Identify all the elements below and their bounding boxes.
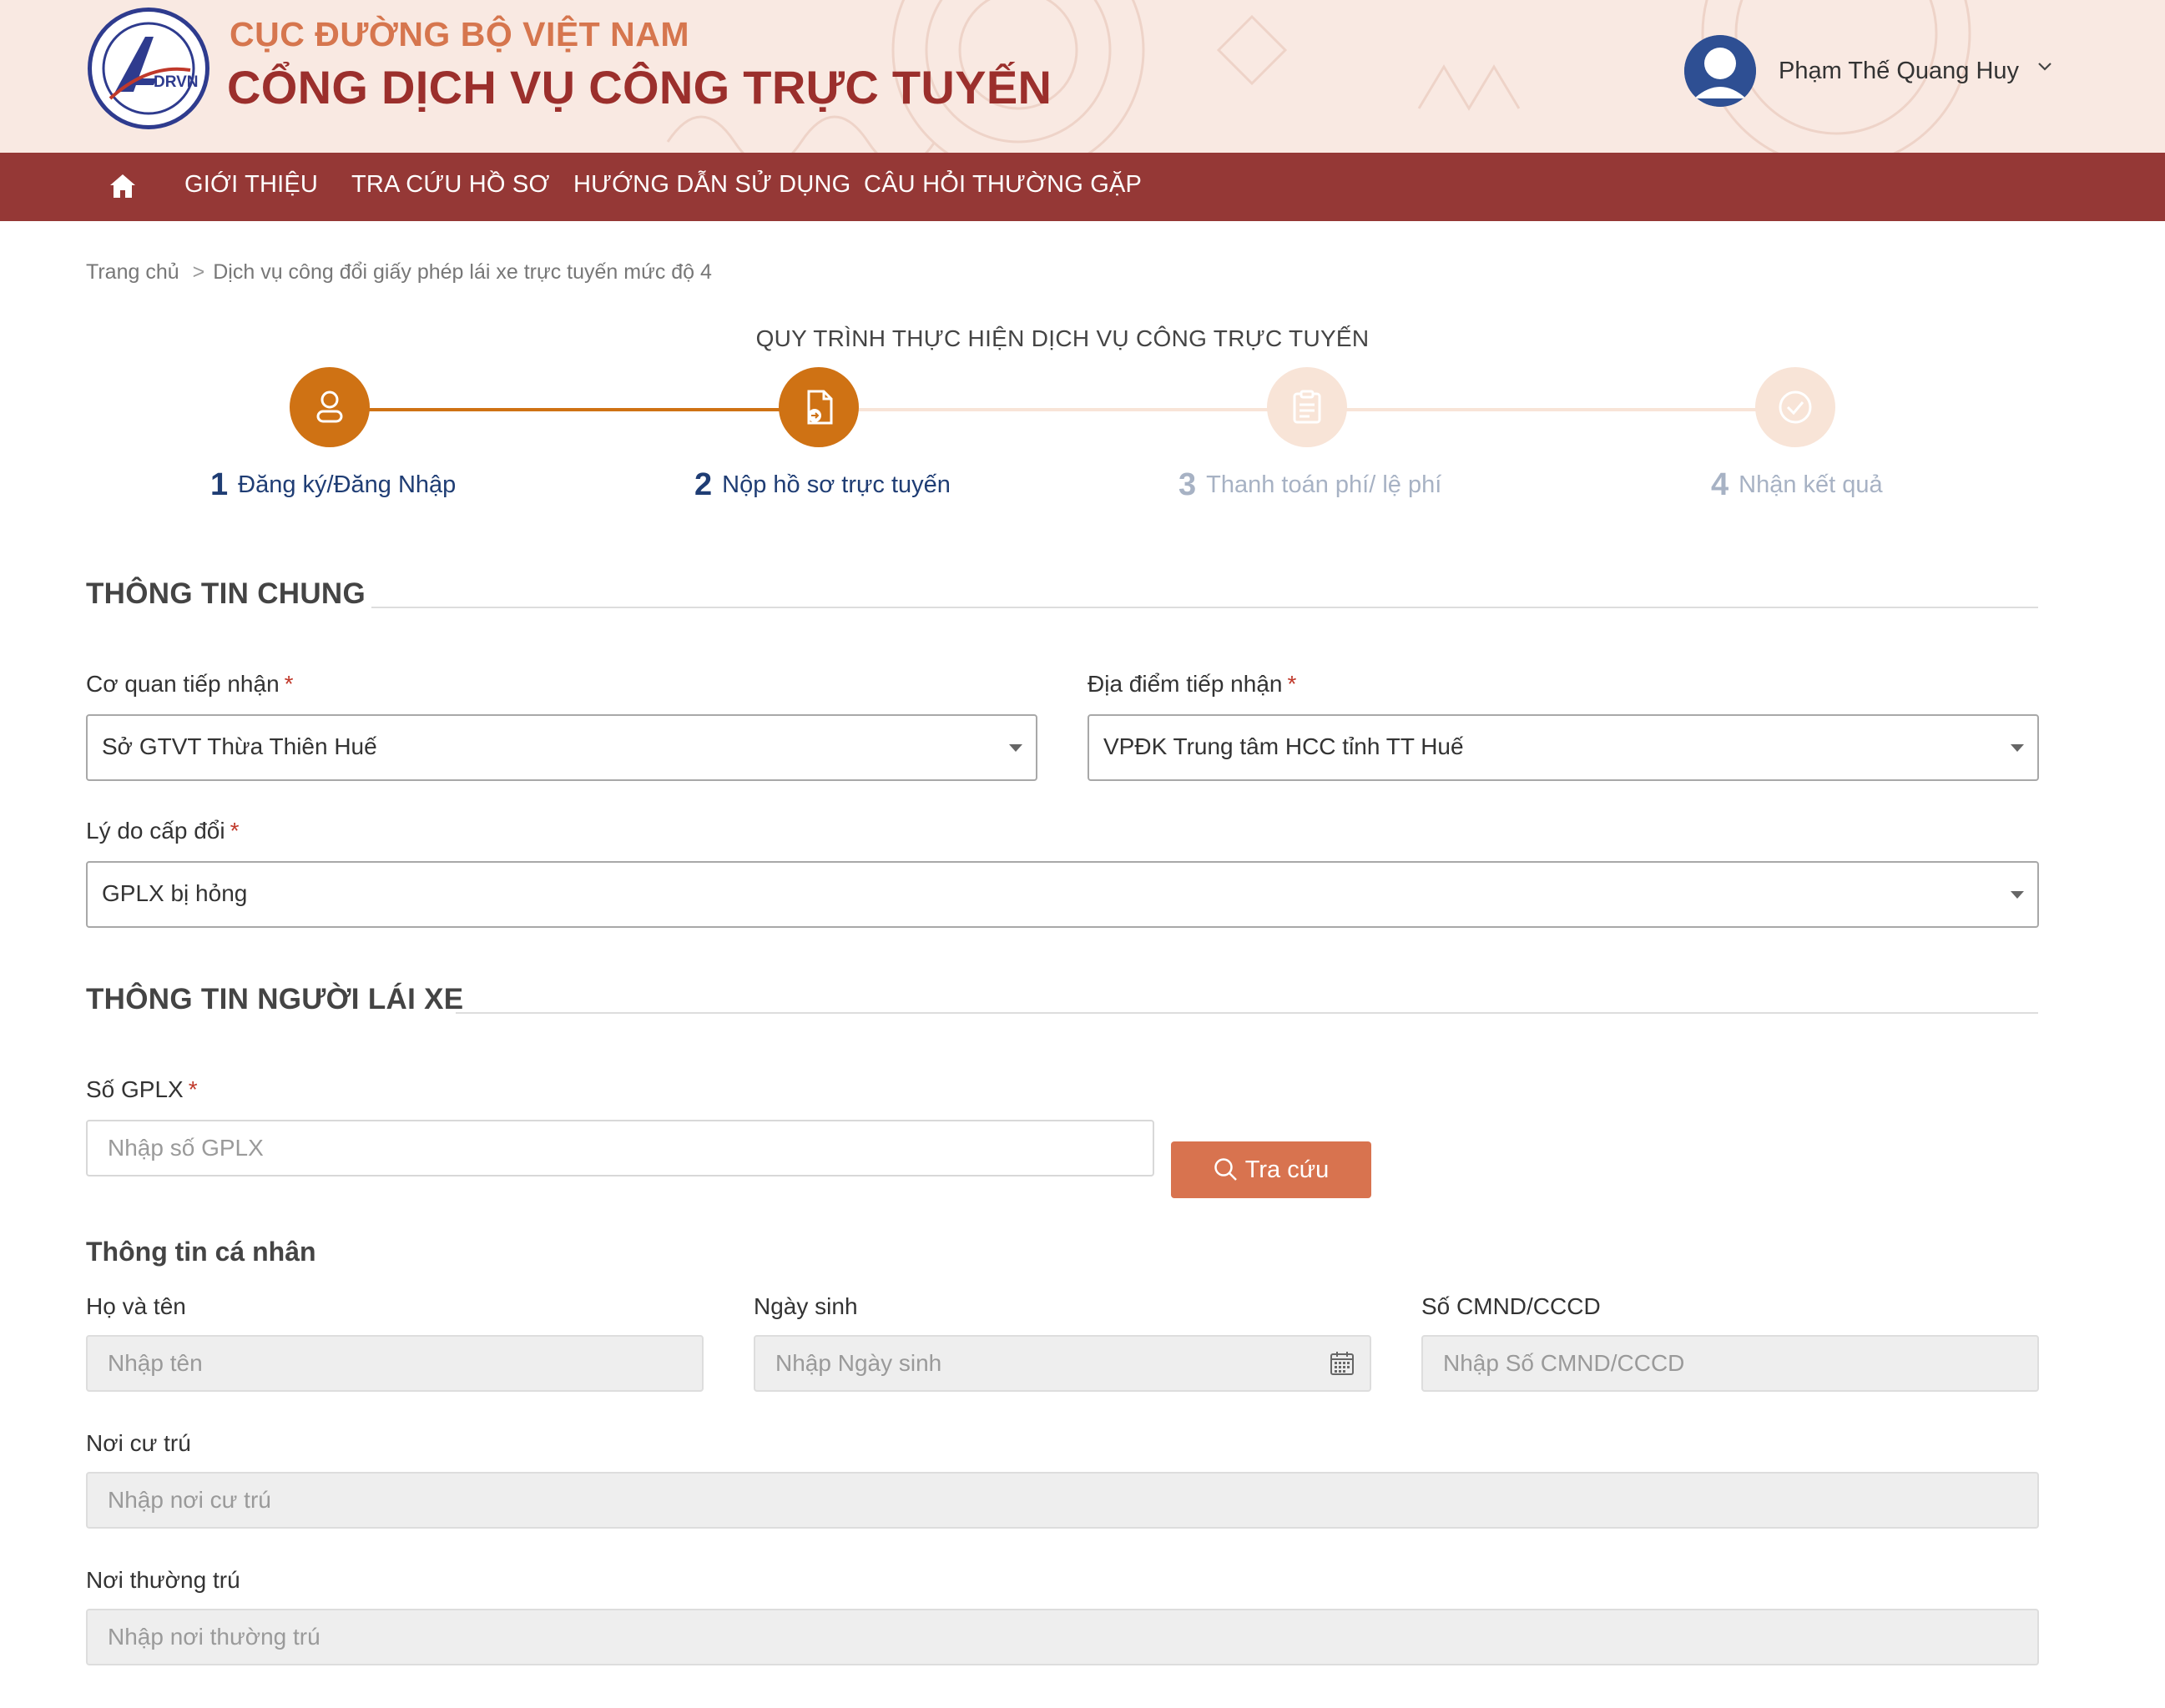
residence-input (86, 1472, 2039, 1529)
dropdown-caret-icon (1009, 744, 1022, 752)
nav-item-guide[interactable]: HƯỚNG DẪN SỬ DỤNG (573, 171, 850, 199)
license-number-input[interactable] (86, 1120, 1154, 1176)
step-connector-3 (1345, 408, 1756, 411)
general-section-title: THÔNG TIN CHUNG (86, 577, 366, 610)
chevron-down-icon[interactable] (2037, 62, 2052, 72)
dropdown-caret-icon (2011, 744, 2024, 752)
breadcrumb: Trang chủ > Dịch vụ công đổi giấy phép lái… (86, 260, 712, 285)
id-number-label: Số CMND/CCCD (1421, 1293, 1601, 1319)
logo-text: DRVN (154, 73, 199, 91)
residence-label: Nơi cư trú (86, 1430, 191, 1456)
location-select[interactable]: VPĐK Trung tâm HCC tỉnh TT Huế (1088, 714, 2039, 781)
nav-item-faq[interactable]: CÂU HỎI THƯỜNG GẶP (864, 171, 1142, 199)
dob-input (754, 1335, 1371, 1392)
agency-logo[interactable]: DRVN (88, 8, 209, 129)
location-label: Địa điểm tiếp nhận * (1088, 671, 1297, 697)
user-avatar-icon[interactable] (1684, 35, 1756, 107)
user-icon (316, 390, 343, 423)
step-1-label: 1 Đăng ký/Đăng Nhập (210, 467, 456, 503)
agency-select-value: Sở GTVT Thừa Thiên Huế (102, 733, 377, 759)
agency-select[interactable]: Sở GTVT Thừa Thiên Huế (86, 714, 1037, 781)
step-1-text: Đăng ký/Đăng Nhập (238, 471, 457, 498)
nav-item-lookup[interactable]: TRA CỨU HỒ SƠ (351, 171, 550, 199)
agency-name: CỤC ĐƯỜNG BỘ VIỆT NAM (230, 15, 689, 53)
step-4-label: 4 Nhận kết quả (1711, 467, 1883, 503)
general-section-divider (371, 607, 2038, 608)
search-button[interactable]: Tra cứu (1171, 1141, 1371, 1198)
location-select-value: VPĐK Trung tâm HCC tỉnh TT Huế (1103, 733, 1464, 759)
user-menu[interactable]: Phạm Thế Quang Huy (1684, 33, 2052, 108)
step-4-circle (1755, 367, 1835, 447)
site-header: DRVN CỤC ĐƯỜNG BỘ VIỆT NAM CỔNG DỊCH VỤ … (0, 0, 2165, 153)
driver-section-title: THÔNG TIN NGƯỜI LÁI XE (86, 983, 464, 1015)
check-circle-icon (1779, 390, 1812, 424)
home-icon[interactable] (109, 173, 137, 199)
id-number-input (1421, 1335, 2039, 1392)
permanent-address-input (86, 1609, 2039, 1665)
permanent-address-label: Nơi thường trú (86, 1567, 240, 1593)
reason-label: Lý do cấp đổi * (86, 818, 240, 844)
agency-label: Cơ quan tiếp nhận * (86, 671, 294, 697)
license-label: Số GPLX * (86, 1076, 198, 1102)
step-connector-1 (367, 408, 781, 411)
user-name[interactable]: Phạm Thế Quang Huy (1779, 58, 2019, 85)
breadcrumb-home[interactable]: Trang chủ (86, 260, 179, 284)
step-2-number: 2 (694, 467, 713, 502)
step-3-label: 3 Thanh toán phí/ lệ phí (1178, 467, 1441, 503)
breadcrumb-separator: > (192, 260, 205, 284)
main-nav: GIỚI THIỆU TRA CỨU HỒ SƠ HƯỚNG DẪN SỬ DỤ… (0, 153, 2165, 221)
step-2-label: 2 Nộp hồ sơ trực tuyến (694, 467, 951, 503)
file-upload-icon (807, 390, 833, 425)
step-connector-2 (858, 408, 1269, 411)
dropdown-caret-icon (2011, 891, 2024, 899)
name-label: Họ và tên (86, 1293, 186, 1319)
step-2-circle (779, 367, 859, 447)
dob-label: Ngày sinh (754, 1293, 858, 1319)
step-1-circle (290, 367, 370, 447)
step-2-text: Nộp hồ sơ trực tuyến (722, 471, 951, 498)
process-title: QUY TRÌNH THỰC HIỆN DỊCH VỤ CÔNG TRỰC TU… (755, 325, 1370, 351)
portal-title: CỔNG DỊCH VỤ CÔNG TRỰC TUYẾN (227, 61, 1052, 113)
calendar-icon[interactable] (1330, 1351, 1355, 1376)
step-4-text: Nhận kết quả (1739, 471, 1883, 498)
step-4-number: 4 (1711, 467, 1729, 502)
reason-select-value: GPLX bị hỏng (102, 880, 248, 906)
full-name-input (86, 1335, 704, 1392)
personal-info-title: Thông tin cá nhân (86, 1237, 316, 1267)
breadcrumb-current: Dịch vụ công đổi giấy phép lái xe trực t… (213, 260, 712, 284)
step-1-number: 1 (210, 467, 229, 502)
driver-section-divider (456, 1012, 2038, 1014)
step-3-number: 3 (1178, 467, 1197, 502)
step-3-circle (1267, 367, 1347, 447)
search-button-label: Tra cứu (1244, 1156, 1330, 1183)
reason-select[interactable]: GPLX bị hỏng (86, 861, 2039, 928)
nav-item-about[interactable]: GIỚI THIỆU (184, 171, 318, 199)
clipboard-icon (1293, 390, 1321, 424)
step-3-text: Thanh toán phí/ lệ phí (1206, 471, 1442, 498)
search-icon (1214, 1158, 1237, 1181)
